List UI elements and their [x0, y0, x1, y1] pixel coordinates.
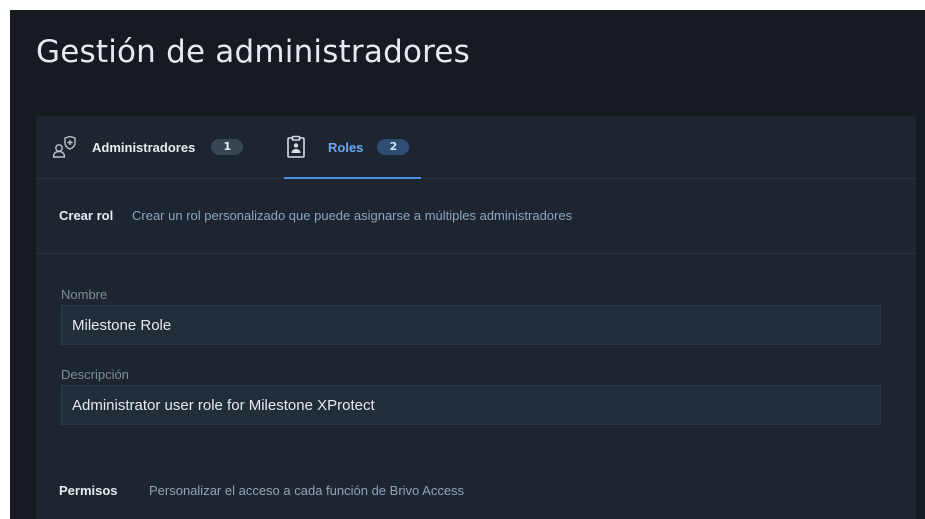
count-badge: 2	[377, 139, 410, 155]
create-role-header: Crear rol Crear un rol personalizado que…	[36, 179, 916, 254]
admin-shield-user-icon	[52, 135, 76, 159]
tab-label: Roles	[328, 139, 364, 155]
description-label: Descripción	[61, 367, 129, 382]
permissions-title: Permisos	[59, 483, 118, 498]
description-field[interactable]	[61, 385, 881, 425]
tab-roles[interactable]: Roles 2	[284, 116, 422, 179]
app-frame: Gestión de administradores Administrador…	[10, 10, 925, 519]
permissions-description: Personalizar el acceso a cada función de…	[149, 483, 465, 498]
page-title: Gestión de administradores	[36, 34, 471, 70]
section-description: Crear un rol personalizado que puede asi…	[132, 208, 573, 223]
name-label: Nombre	[61, 287, 108, 302]
section-title: Crear rol	[59, 208, 114, 223]
count-badge: 1	[211, 139, 244, 155]
role-editor-panel: Administradores 1 Roles 2 Crear rol Crea…	[36, 116, 916, 519]
tab-bar: Administradores 1 Roles 2	[36, 116, 916, 179]
tab-administradores[interactable]: Administradores 1	[52, 116, 244, 178]
clipboard-user-icon	[284, 135, 308, 159]
tab-label: Administradores	[92, 139, 196, 155]
name-field[interactable]	[61, 305, 881, 345]
